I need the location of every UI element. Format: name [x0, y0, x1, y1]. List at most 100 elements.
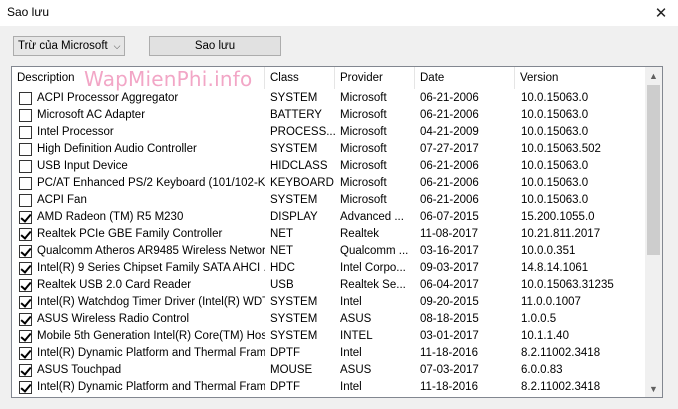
close-button[interactable]: ✕	[644, 0, 678, 26]
cell-description: Intel(R) 9 Series Chipset Family SATA AH…	[37, 262, 265, 274]
row-checkbox[interactable]	[19, 245, 32, 258]
row-checkbox[interactable]	[19, 92, 32, 105]
cell-class: SYSTEM	[270, 143, 318, 155]
cell-class: MOUSE	[270, 364, 313, 376]
row-checkbox[interactable]	[19, 296, 32, 309]
cell-version: 10.0.15063.0	[521, 126, 589, 138]
window-title: Sao lưu	[7, 5, 50, 19]
column-header-class[interactable]: Class	[265, 67, 335, 89]
driver-list[interactable]: Description Class Provider Date Version …	[11, 66, 663, 398]
row-checkbox[interactable]	[19, 160, 32, 173]
row-checkbox[interactable]	[19, 313, 32, 326]
cell-version: 10.0.15063.502	[521, 143, 601, 155]
row-checkbox[interactable]	[19, 279, 32, 292]
cell-date: 03-01-2017	[420, 330, 479, 342]
cell-description: Microsoft AC Adapter	[37, 109, 146, 121]
cell-provider: Realtek	[340, 228, 379, 240]
row-checkbox[interactable]	[19, 177, 32, 190]
table-row[interactable]: Mobile 5th Generation Intel(R) Core(TM) …	[12, 328, 645, 345]
cell-version: 10.1.1.40	[521, 330, 569, 342]
cell-description: AMD Radeon (TM) R5 M230	[37, 211, 184, 223]
vertical-scrollbar[interactable]: ▲ ▼	[645, 67, 662, 397]
table-row[interactable]: Intel(R) 9 Series Chipset Family SATA AH…	[12, 260, 645, 277]
table-row[interactable]: USB Input Device HIDCLASS Microsoft 06-21-2…	[12, 158, 645, 175]
table-row[interactable]: Intel(R) Dynamic Platform and Thermal Fr…	[12, 379, 645, 396]
table-row[interactable]: AMD Radeon (TM) R5 M230 DISPLAY Advanced .…	[12, 209, 645, 226]
table-row[interactable]: PC/AT Enhanced PS/2 Keyboard (101/102-K.…	[12, 175, 645, 192]
row-checkbox[interactable]	[19, 194, 32, 207]
cell-class: SYSTEM	[270, 92, 318, 104]
cell-date: 11-08-2017	[420, 228, 478, 240]
table-row[interactable]: ASUS Touchpad MOUSE ASUS 07-03-2017 6.0.0.83	[12, 362, 645, 379]
cell-class: SYSTEM	[270, 313, 318, 325]
table-row[interactable]: Qualcomm Atheros AR9485 Wireless Networ.…	[12, 243, 645, 260]
cell-date: 07-03-2017	[420, 364, 479, 376]
cell-provider: Microsoft	[340, 109, 387, 121]
cell-class: BATTERY	[270, 109, 322, 121]
cell-date: 11-18-2016	[420, 381, 478, 393]
table-row[interactable]: Intel(R) Watchdog Timer Driver (Intel(R)…	[12, 294, 645, 311]
row-checkbox[interactable]	[19, 109, 32, 122]
cell-version: 10.0.15063.0	[521, 160, 589, 172]
cell-provider: Microsoft	[340, 160, 387, 172]
row-checkbox[interactable]	[19, 211, 32, 224]
row-checkbox[interactable]	[19, 364, 32, 377]
row-checkbox[interactable]	[19, 330, 32, 343]
table-row[interactable]: Intel(R) Dynamic Platform and Thermal Fr…	[12, 345, 645, 362]
list-header: Description Class Provider Date Version …	[12, 67, 644, 91]
scroll-up-icon[interactable]: ▲	[645, 67, 662, 84]
table-row[interactable]: Intel Processor PROCESS... Microsoft 04-21-…	[12, 124, 645, 141]
cell-description: Intel(R) Dynamic Platform and Thermal Fr…	[37, 347, 265, 359]
row-checkbox[interactable]	[19, 228, 32, 241]
cell-date: 06-04-2017	[420, 279, 479, 291]
table-row[interactable]: Microsoft AC Adapter BATTERY Microsoft 06-2…	[12, 107, 645, 124]
column-header-label: Version	[520, 72, 559, 84]
cell-description: Intel(R) Dynamic Platform and Thermal Fr…	[37, 381, 265, 393]
row-checkbox[interactable]	[19, 143, 32, 156]
column-header-date[interactable]: Date	[415, 67, 515, 89]
table-row[interactable]: ASUS Wireless Radio Control SYSTEM ASUS 08-…	[12, 311, 645, 328]
column-header-label: Provider	[340, 72, 383, 84]
scroll-down-icon[interactable]: ▼	[645, 380, 662, 397]
cell-provider: Intel	[340, 347, 362, 359]
cell-description: ACPI Processor Aggregator	[37, 92, 179, 104]
cell-date: 06-21-2006	[420, 109, 479, 121]
table-row[interactable]: ACPI Fan SYSTEM Microsoft 06-21-2006 10.0.15…	[12, 192, 645, 209]
table-row[interactable]: ACPI Processor Aggregator SYSTEM Microsoft…	[12, 90, 645, 107]
cell-version: 10.0.15063.0	[521, 177, 589, 189]
cell-version: 10.0.15063.0	[521, 194, 589, 206]
cell-description: Realtek USB 2.0 Card Reader	[37, 279, 192, 291]
cell-class: NET	[270, 228, 293, 240]
column-header-version[interactable]: Version	[515, 67, 644, 89]
row-checkbox[interactable]	[19, 347, 32, 360]
row-checkbox[interactable]	[19, 126, 32, 139]
cell-version: 8.2.11002.3418	[521, 381, 601, 393]
cell-description: Realtek PCIe GBE Family Controller	[37, 228, 223, 240]
table-row[interactable]: High Definition Audio Controller SYSTEM Mi…	[12, 141, 645, 158]
row-checkbox[interactable]	[19, 381, 32, 394]
cell-version: 10.0.15063.31235	[521, 279, 614, 291]
cell-version: 10.0.15063.0	[521, 109, 589, 121]
cell-provider: Qualcomm ...	[340, 245, 409, 257]
row-checkbox[interactable]	[19, 262, 32, 275]
cell-date: 03-16-2017	[420, 245, 479, 257]
scroll-thumb[interactable]	[647, 85, 660, 255]
cell-provider: Advanced ...	[340, 211, 404, 223]
backup-button[interactable]: Sao lưu	[149, 36, 281, 56]
cell-version: 10.0.0.351	[521, 245, 576, 257]
cell-version: 10.0.15063.0	[521, 92, 589, 104]
table-row[interactable]: Realtek USB 2.0 Card Reader USB Realtek Se…	[12, 277, 645, 294]
table-row[interactable]: Realtek PCIe GBE Family Controller NET Rea…	[12, 226, 645, 243]
cell-description: Mobile 5th Generation Intel(R) Core(TM) …	[37, 330, 265, 342]
cell-version: 1.0.0.5	[521, 313, 557, 325]
cell-provider: Microsoft	[340, 92, 387, 104]
filter-dropdown[interactable]: Trừ của Microsoft ⌵	[13, 36, 125, 56]
cell-class: DISPLAY	[270, 211, 318, 223]
cell-provider: Microsoft	[340, 126, 387, 138]
cell-provider: Intel Corpo...	[340, 262, 406, 274]
cell-provider: Microsoft	[340, 177, 387, 189]
close-icon: ✕	[654, 5, 668, 22]
cell-class: HDC	[270, 262, 295, 274]
column-header-provider[interactable]: Provider	[335, 67, 415, 89]
cell-provider: Intel	[340, 381, 362, 393]
